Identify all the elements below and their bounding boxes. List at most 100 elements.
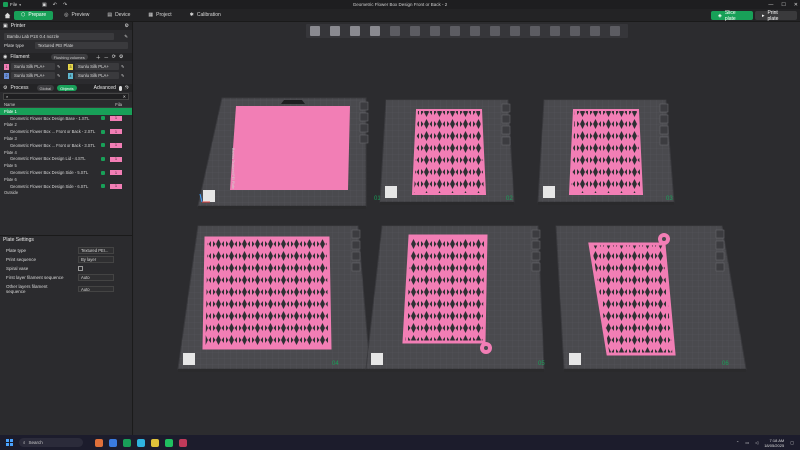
plate-row[interactable]: Plate 2 bbox=[0, 122, 132, 129]
visible-checkbox[interactable] bbox=[101, 184, 105, 189]
object-filament-swatch[interactable]: 1 bbox=[110, 183, 122, 189]
filament-slot[interactable]: 2 Sunlu Silk PLA+ ✎ bbox=[4, 72, 64, 79]
filament-select[interactable]: Sunlu Silk PLA+ bbox=[11, 72, 55, 79]
filament-select[interactable]: Sunlu Silk PLA+ bbox=[75, 63, 119, 70]
minimize-icon[interactable]: — bbox=[768, 2, 773, 8]
filament-select[interactable]: Sunlu Silk PLA+ bbox=[75, 72, 119, 79]
plate-settings-icon[interactable] bbox=[501, 136, 511, 146]
build-plate[interactable]: 02 bbox=[379, 99, 515, 205]
edit-filament-icon[interactable]: ✎ bbox=[121, 64, 125, 69]
build-plate[interactable]: 03 bbox=[537, 99, 675, 205]
close-plate-icon[interactable] bbox=[501, 103, 511, 113]
plate-row[interactable]: Plate 3 bbox=[0, 135, 132, 142]
close-icon[interactable]: ✕ bbox=[794, 2, 798, 8]
lock-plate-icon[interactable] bbox=[531, 251, 541, 261]
add-filament-icon[interactable]: ＋ bbox=[96, 54, 101, 61]
visible-checkbox[interactable] bbox=[101, 170, 105, 175]
filament-color-swatch[interactable]: 4 bbox=[68, 72, 73, 79]
tab-device[interactable]: ▤ Device bbox=[100, 11, 137, 20]
object-filament-swatch[interactable]: 1 bbox=[110, 156, 122, 162]
visible-checkbox[interactable] bbox=[101, 143, 105, 148]
process-section-header[interactable]: ⚙ Process Global Objects Advanced ⚙ bbox=[0, 84, 132, 92]
filament-slot[interactable]: 1 Sunlu Silk PLA+ ✎ bbox=[4, 63, 64, 70]
object-row[interactable]: Geometric Flower Box ... Front or Back -… bbox=[0, 142, 132, 149]
move-icon[interactable] bbox=[430, 26, 440, 36]
spiral-vase-checkbox[interactable] bbox=[78, 266, 83, 271]
filament-settings-icon[interactable]: ⚙ bbox=[119, 54, 123, 60]
model-panel[interactable] bbox=[568, 109, 644, 195]
plate-settings-icon[interactable] bbox=[359, 134, 369, 144]
plate-type-combo[interactable]: Textured PEI... bbox=[78, 247, 114, 254]
plate-row[interactable]: Plate 1 bbox=[0, 108, 132, 115]
print-sequence-combo[interactable]: By layer bbox=[78, 256, 114, 263]
support-icon[interactable] bbox=[510, 26, 520, 36]
plate-settings-icon[interactable] bbox=[531, 262, 541, 272]
measure-icon[interactable] bbox=[570, 26, 580, 36]
edit-filament-icon[interactable]: ✎ bbox=[57, 64, 61, 69]
global-toggle[interactable]: Global bbox=[36, 85, 55, 91]
cut-icon[interactable] bbox=[490, 26, 500, 36]
taskbar-app-icon[interactable] bbox=[165, 438, 173, 447]
pick-plate-icon[interactable] bbox=[715, 240, 725, 250]
view-icon[interactable] bbox=[610, 26, 620, 36]
pick-plate-icon[interactable] bbox=[501, 114, 511, 124]
pick-plate-icon[interactable] bbox=[531, 240, 541, 250]
tab-project[interactable]: ▦ Project bbox=[141, 11, 178, 20]
build-plate[interactable]: 01Bambu Textured PEI Plate bbox=[197, 97, 381, 209]
plate-row[interactable]: Outside bbox=[0, 190, 132, 197]
undo-icon[interactable]: ↶ bbox=[53, 2, 57, 8]
clock[interactable]: 7:18 AM 18/05/2025 bbox=[764, 438, 784, 448]
seam-icon[interactable] bbox=[530, 26, 540, 36]
filament-color-swatch[interactable]: 1 bbox=[4, 63, 9, 70]
taskbar-app-icon[interactable] bbox=[151, 438, 159, 447]
windows-start-icon[interactable] bbox=[6, 439, 13, 446]
arrange-icon[interactable] bbox=[350, 26, 360, 36]
filament-color-swatch[interactable]: 3 bbox=[68, 63, 73, 70]
close-plate-icon[interactable] bbox=[715, 229, 725, 239]
close-search-icon[interactable]: ✕ bbox=[123, 94, 126, 99]
object-filament-swatch[interactable]: 1 bbox=[110, 142, 122, 148]
save-icon[interactable]: ▣ bbox=[42, 2, 47, 8]
close-plate-icon[interactable] bbox=[351, 229, 361, 239]
object-row[interactable]: Geometric Flower Box Design Side - 6.STL… bbox=[0, 183, 132, 190]
object-search[interactable]: ⌕ ✕ bbox=[3, 93, 129, 100]
home-button[interactable] bbox=[0, 9, 14, 22]
rotate-icon[interactable] bbox=[450, 26, 460, 36]
printer-section-header[interactable]: ▣ Printer ⚙ bbox=[0, 22, 132, 30]
add-plate-icon[interactable] bbox=[330, 26, 340, 36]
object-row[interactable]: Geometric Flower Box ... Front or Back -… bbox=[0, 128, 132, 135]
chevron-up-icon[interactable]: ⌃ bbox=[736, 440, 739, 445]
assembly-icon[interactable] bbox=[590, 26, 600, 36]
slice-plate-button[interactable]: ◈ Slice plate bbox=[711, 10, 753, 22]
plate-settings-icon[interactable] bbox=[715, 262, 725, 272]
volume-icon[interactable]: ◁ bbox=[755, 440, 758, 445]
taskbar-search[interactable]: ⌕ Search bbox=[19, 438, 83, 447]
printer-select[interactable]: Bambu Lab P1S 0.4 nozzle bbox=[4, 33, 114, 40]
filament-slot[interactable]: 3 Sunlu Silk PLA+ ✎ bbox=[68, 63, 128, 70]
other-layers-sequence-combo[interactable]: Auto bbox=[78, 285, 114, 293]
plate-row[interactable]: Plate 5 bbox=[0, 162, 132, 169]
close-plate-icon[interactable] bbox=[531, 229, 541, 239]
sync-icon[interactable]: ⟳ bbox=[112, 54, 116, 60]
model-base[interactable] bbox=[230, 106, 350, 190]
plate-row[interactable]: Plate 4 bbox=[0, 149, 132, 156]
network-icon[interactable]: ▭ bbox=[745, 440, 749, 445]
split-icon[interactable] bbox=[390, 26, 400, 36]
tab-preview[interactable]: ◎ Preview bbox=[57, 11, 96, 20]
object-row[interactable]: Geometric Flower Box Design Base - 1.STL… bbox=[0, 115, 132, 122]
lock-plate-icon[interactable] bbox=[715, 251, 725, 261]
first-layer-sequence-combo[interactable]: Auto bbox=[78, 274, 114, 281]
object-search-input[interactable] bbox=[10, 94, 123, 99]
build-plate[interactable]: 05 bbox=[365, 225, 545, 372]
filament-select[interactable]: Sunlu Silk PLA+ bbox=[11, 63, 55, 70]
maximize-icon[interactable]: ☐ bbox=[781, 2, 785, 8]
plate-row[interactable]: Plate 6 bbox=[0, 176, 132, 183]
build-plate[interactable]: 06 bbox=[555, 225, 747, 372]
pick-plate-icon[interactable] bbox=[351, 240, 361, 250]
tab-prepare[interactable]: ⬡ Prepare bbox=[14, 10, 54, 20]
lock-plate-icon[interactable] bbox=[351, 251, 361, 261]
remove-filament-icon[interactable]: － bbox=[104, 54, 109, 61]
close-plate-icon[interactable] bbox=[659, 103, 669, 113]
text-icon[interactable] bbox=[550, 26, 560, 36]
taskbar-app-icon[interactable] bbox=[95, 438, 103, 447]
